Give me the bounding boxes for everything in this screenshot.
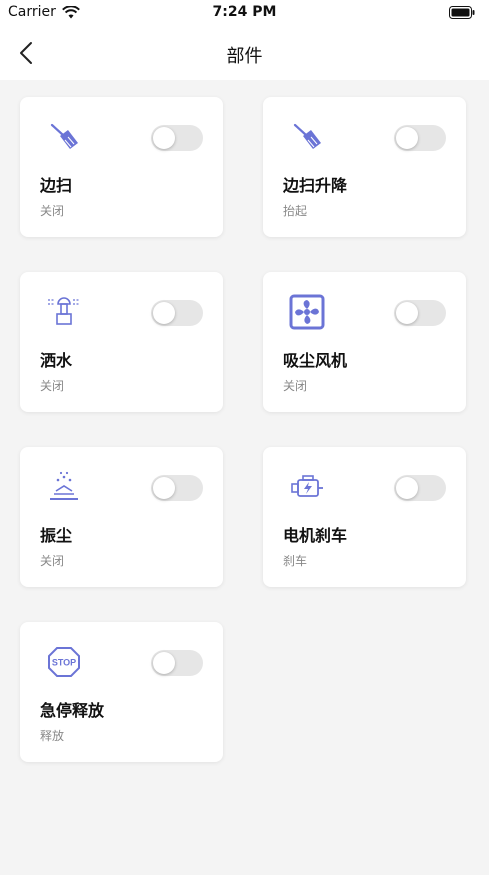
- stop-sign-icon: STOP: [48, 647, 80, 677]
- component-name: 振尘: [40, 526, 73, 545]
- emergency-stop-toggle[interactable]: [151, 650, 203, 676]
- component-name: 边扫升降: [283, 176, 348, 195]
- component-name: 吸尘风机: [283, 351, 348, 370]
- battery-icon: [449, 6, 475, 19]
- toggle-knob: [396, 302, 418, 324]
- component-state: 关闭: [40, 379, 65, 393]
- toggle-knob: [396, 477, 418, 499]
- page-title: 部件: [226, 46, 263, 67]
- status-time: 7:24 PM: [212, 4, 277, 20]
- sprinkler-toggle[interactable]: [151, 300, 203, 326]
- svg-text:STOP: STOP: [52, 658, 76, 668]
- toggle-knob: [153, 302, 175, 324]
- component-card-motor-brake[interactable]: 电机刹车 刹车: [263, 447, 466, 587]
- toggle-knob: [153, 652, 175, 674]
- sprinkler-icon: [48, 297, 80, 325]
- status-bar: Carrier 7:24 PM: [0, 0, 489, 26]
- fan-icon: [289, 294, 325, 330]
- component-name: 洒水: [40, 351, 73, 370]
- component-card-side-brush[interactable]: 边扫 关闭: [20, 97, 223, 237]
- component-name: 急停释放: [40, 701, 105, 720]
- side-brush-toggle[interactable]: [151, 125, 203, 151]
- component-state: 抬起: [283, 204, 308, 218]
- side-brush-lift-toggle[interactable]: [394, 125, 446, 151]
- component-state: 刹车: [283, 554, 308, 568]
- component-state: 关闭: [283, 379, 308, 393]
- toggle-knob: [396, 127, 418, 149]
- vacuum-fan-toggle[interactable]: [394, 300, 446, 326]
- component-name: 边扫: [40, 176, 73, 195]
- motor-brake-toggle[interactable]: [394, 475, 446, 501]
- component-state: 关闭: [40, 204, 65, 218]
- toggle-knob: [153, 477, 175, 499]
- broom-icon: [293, 123, 321, 149]
- component-card-vacuum-fan[interactable]: 吸尘风机 关闭: [263, 272, 466, 412]
- component-card-sprinkler[interactable]: 洒水 关闭: [20, 272, 223, 412]
- component-card-dust-shake[interactable]: 振尘 关闭: [20, 447, 223, 587]
- dust-shake-icon: [50, 471, 78, 500]
- component-state: 释放: [40, 729, 65, 743]
- broom-icon: [50, 123, 78, 149]
- motor-icon: [291, 475, 323, 497]
- nav-bar: 部件: [0, 26, 489, 80]
- component-state: 关闭: [40, 554, 65, 568]
- component-name: 电机刹车: [283, 526, 348, 545]
- component-card-side-brush-lift[interactable]: 边扫升降 抬起: [263, 97, 466, 237]
- dust-shake-toggle[interactable]: [151, 475, 203, 501]
- toggle-knob: [153, 127, 175, 149]
- component-card-emergency-stop-release[interactable]: STOP 急停释放 释放: [20, 622, 223, 762]
